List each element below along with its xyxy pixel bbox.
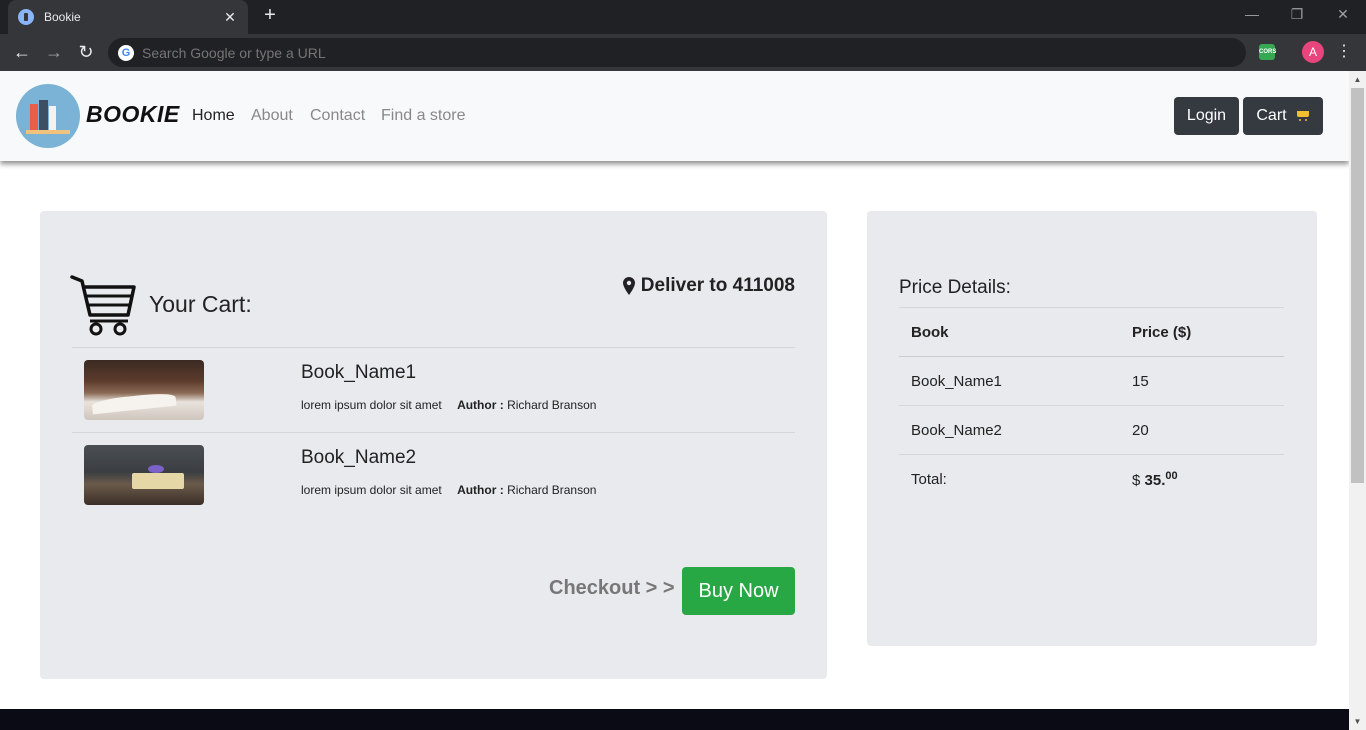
brand-name[interactable]: BOOKIE [86, 101, 180, 128]
currency-symbol: $ [1132, 471, 1141, 489]
reload-icon[interactable]: ↻ [75, 41, 97, 63]
shopping-cart-icon [70, 275, 136, 336]
row-book-name: Book_Name1 [899, 356, 1120, 406]
author-name: Richard Branson [507, 483, 597, 497]
scroll-up-arrow-icon[interactable]: ▲ [1349, 71, 1366, 88]
logo-book-white [49, 106, 56, 130]
total-label: Total: [899, 454, 1120, 504]
author-label: Author : [457, 398, 504, 412]
nav-link-find-a-store[interactable]: Find a store [381, 107, 465, 125]
page-footer [0, 709, 1349, 730]
author-label: Author : [457, 483, 504, 497]
table-row: Book_Name1 15 [899, 356, 1284, 406]
open-book-page [91, 391, 177, 415]
cart-item-description-text: lorem ipsum dolor sit amet [301, 483, 442, 497]
cart-label: Cart [1256, 107, 1287, 124]
page-scrollbar[interactable]: ▲ ▼ [1349, 71, 1366, 730]
login-label: Login [1186, 107, 1227, 124]
tab-close-icon[interactable]: ✕ [222, 9, 238, 26]
cart-card: Your Cart: Deliver to 411008 Book_Name1 … [40, 211, 827, 679]
nav-link-about[interactable]: About [251, 107, 293, 125]
book-thumbnail[interactable] [84, 445, 204, 505]
cart-item: Book_Name1 lorem ipsum dolor sit amet Au… [72, 348, 795, 433]
logo-book-navy [39, 100, 48, 130]
buy-now-button[interactable]: Buy Now [682, 567, 795, 615]
scrollbar-thumb[interactable] [1351, 88, 1364, 483]
browser-tab[interactable]: Bookie ✕ [8, 0, 248, 34]
cart-item-description: lorem ipsum dolor sit amet Author : Rich… [301, 398, 596, 412]
profile-avatar[interactable]: A [1302, 41, 1324, 63]
total-row: Total: $ 35.00 [899, 454, 1284, 504]
table-row: Book_Name2 20 [899, 405, 1284, 455]
shopping-cart-icon [1296, 110, 1310, 122]
logo-book-red [30, 104, 38, 130]
price-table: Book Price ($) Book_Name1 15 Book_Name2 … [899, 307, 1284, 504]
flower [148, 465, 164, 473]
omnibox[interactable]: G [108, 38, 1246, 67]
address-bar: ← → ↻ G CORS A ⋮ [0, 34, 1366, 71]
tab-title: Bookie [44, 10, 81, 24]
minimize-icon[interactable]: — [1242, 6, 1262, 22]
total-cents: 00 [1165, 469, 1178, 482]
cart-item-name[interactable]: Book_Name2 [301, 447, 416, 469]
book-stack [132, 473, 184, 489]
table-header-row: Book Price ($) [899, 307, 1284, 357]
browser-menu-icon[interactable]: ⋮ [1336, 41, 1352, 63]
cart-item: Book_Name2 lorem ipsum dolor sit amet Au… [72, 433, 795, 518]
nav-link-home[interactable]: Home [192, 107, 235, 125]
cart-item-name[interactable]: Book_Name1 [301, 362, 416, 384]
google-icon: G [118, 44, 134, 61]
cart-button[interactable]: Cart [1243, 97, 1323, 135]
back-arrow-icon[interactable]: ← [11, 41, 33, 63]
restore-icon[interactable]: ❐ [1287, 6, 1307, 23]
nav-link-contact[interactable]: Contact [310, 107, 365, 125]
book-thumbnail[interactable] [84, 360, 204, 420]
cart-item-description-text: lorem ipsum dolor sit amet [301, 398, 442, 412]
total-amount: 35. [1144, 471, 1166, 489]
cart-item-description: lorem ipsum dolor sit amet Author : Rich… [301, 483, 596, 497]
favicon-icon [18, 9, 34, 25]
new-tab-button[interactable]: + [258, 4, 282, 27]
checkout-label: Checkout > > [549, 577, 675, 599]
row-book-name: Book_Name2 [899, 405, 1120, 455]
page-viewport: BOOKIE Home About Contact Find a store L… [0, 71, 1349, 730]
price-details-title: Price Details: [899, 277, 1011, 298]
column-header-book: Book [899, 307, 1120, 357]
forward-arrow-icon[interactable]: → [43, 41, 65, 63]
logo-shelf [26, 130, 70, 134]
row-price: 20 [1120, 405, 1284, 455]
row-price: 15 [1120, 356, 1284, 406]
login-button[interactable]: Login [1174, 97, 1239, 135]
window-close-icon[interactable]: ✕ [1333, 6, 1353, 23]
map-pin-icon [622, 277, 635, 295]
site-navbar: BOOKIE Home About Contact Find a store L… [0, 71, 1349, 161]
url-input[interactable] [142, 44, 1142, 61]
cors-extension-icon[interactable]: CORS [1259, 44, 1276, 60]
browser-tab-strip: Bookie ✕ + — ❐ ✕ [0, 0, 1366, 34]
column-header-price: Price ($) [1120, 307, 1284, 357]
scroll-down-arrow-icon[interactable]: ▼ [1349, 713, 1366, 730]
price-details-card: Price Details: Book Price ($) Book_Name1… [867, 211, 1317, 646]
author-name: Richard Branson [507, 398, 597, 412]
cart-heading: Your Cart: [149, 291, 252, 317]
bookie-logo[interactable] [16, 84, 80, 148]
deliver-to-text: Deliver to 411008 [640, 275, 795, 296]
deliver-to-location[interactable]: Deliver to 411008 [622, 275, 795, 297]
total-value: $ 35.00 [1120, 454, 1284, 504]
